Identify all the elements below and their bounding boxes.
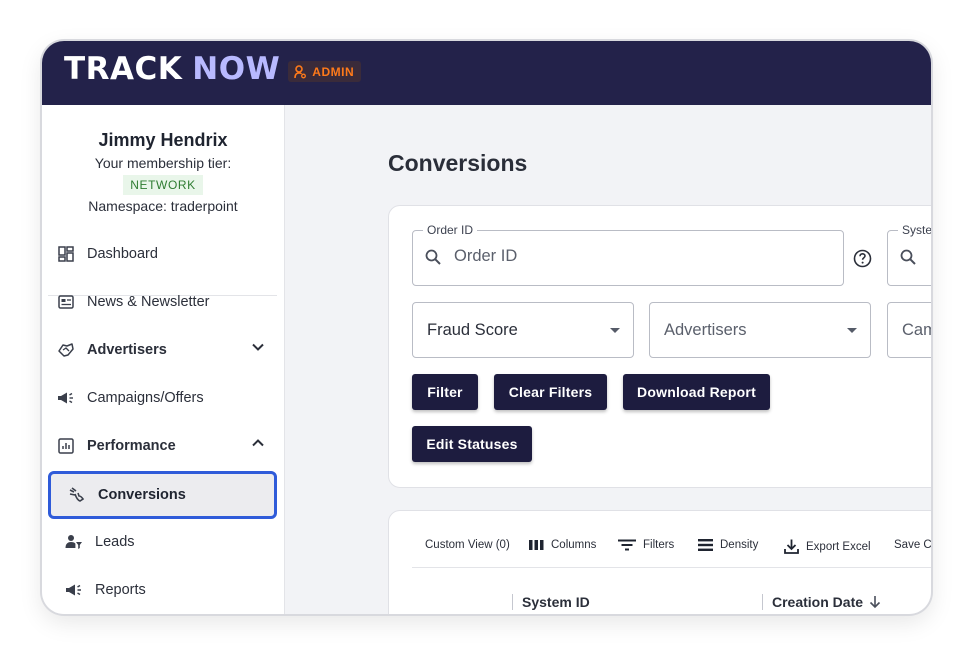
download-icon bbox=[784, 539, 799, 554]
sidebar-item-label: Dashboard bbox=[87, 246, 158, 262]
admin-user-icon bbox=[294, 64, 307, 78]
clear-filters-button[interactable]: Clear Filters bbox=[494, 374, 607, 410]
chevron-down-icon[interactable] bbox=[251, 340, 265, 358]
top-bar: TRACK NOW ADMIN bbox=[42, 41, 931, 105]
sort-arrow-down-icon[interactable] bbox=[869, 595, 881, 609]
column-header-label: Creation Date bbox=[772, 594, 864, 610]
megaphone-icon bbox=[55, 387, 77, 409]
user-profile: Jimmy Hendrix Your membership tier: NETW… bbox=[42, 105, 284, 214]
fraud-score-select[interactable]: Fraud Score bbox=[412, 302, 634, 358]
system-id-field[interactable]: Syste bbox=[887, 223, 931, 286]
admin-badge-label: ADMIN bbox=[312, 64, 355, 79]
main-content: Conversions Order ID Syste Fraud Score bbox=[286, 105, 931, 614]
sidebar: Jimmy Hendrix Your membership tier: NETW… bbox=[42, 105, 285, 614]
data-grid: Custom View (0) Columns Filters Density … bbox=[388, 510, 931, 614]
sidebar-item-conversions[interactable]: Conversions bbox=[48, 471, 277, 519]
column-header-system-id[interactable]: System ID bbox=[522, 594, 590, 610]
columns-icon bbox=[529, 540, 544, 550]
advertisers-select[interactable]: Advertisers bbox=[649, 302, 871, 358]
density-button[interactable]: Density bbox=[698, 539, 758, 551]
user-name: Jimmy Hendrix bbox=[98, 130, 228, 150]
filter-button[interactable]: Filter bbox=[412, 374, 478, 410]
newspaper-icon bbox=[55, 291, 77, 313]
user-filter-icon bbox=[63, 531, 85, 553]
sidebar-item-reports[interactable]: Reports bbox=[48, 568, 277, 612]
sidebar-item-label: Conversions bbox=[98, 487, 186, 503]
order-id-field[interactable]: Order ID bbox=[412, 223, 844, 286]
logo-track-text: TRACK bbox=[64, 51, 183, 87]
sidebar-item-label: Campaigns/Offers bbox=[87, 390, 204, 406]
sidebar-item-campaigns[interactable]: Campaigns/Offers bbox=[48, 376, 277, 420]
brand-logo[interactable]: TRACK NOW ADMIN bbox=[64, 51, 362, 87]
column-separator[interactable] bbox=[762, 594, 763, 610]
sidebar-item-performance[interactable]: Performance bbox=[48, 424, 277, 468]
campaign-select[interactable]: Cam bbox=[887, 302, 931, 358]
caret-down-icon bbox=[610, 328, 620, 333]
chevron-up-icon[interactable] bbox=[251, 436, 265, 454]
sidebar-item-news[interactable]: News & Newsletter bbox=[48, 280, 277, 324]
custom-view-button[interactable]: Custom View (0) bbox=[425, 539, 510, 551]
logo-now-text: NOW bbox=[192, 51, 281, 87]
conversions-icon bbox=[66, 484, 88, 506]
namespace-label: Namespace: traderpoint bbox=[88, 198, 238, 214]
sidebar-item-leads[interactable]: Leads bbox=[48, 520, 277, 564]
filters-label: Filters bbox=[643, 539, 675, 551]
toolbar-divider bbox=[412, 567, 931, 568]
page-title: Conversions bbox=[388, 150, 528, 176]
custom-view-label: Custom View (0) bbox=[425, 539, 510, 551]
sidebar-item-label: News & Newsletter bbox=[87, 294, 210, 310]
filter-panel: Order ID Syste Fraud Score Adve bbox=[388, 205, 931, 488]
density-icon bbox=[698, 539, 713, 551]
sidebar-item-label: Leads bbox=[95, 534, 135, 550]
membership-tier-badge: NETWORK bbox=[123, 175, 203, 195]
sidebar-item-dashboard[interactable]: Dashboard bbox=[48, 232, 277, 276]
columns-button[interactable]: Columns bbox=[529, 539, 596, 551]
column-header-label: System ID bbox=[522, 594, 590, 610]
column-header-creation-date[interactable]: Creation Date bbox=[772, 594, 881, 610]
advertisers-value: Advertisers bbox=[664, 321, 747, 339]
save-view-button[interactable]: Save C bbox=[894, 539, 931, 551]
sidebar-item-label: Advertisers bbox=[87, 342, 167, 358]
admin-badge: ADMIN bbox=[288, 61, 362, 82]
order-id-label: Order ID bbox=[423, 223, 478, 237]
density-label: Density bbox=[720, 539, 759, 551]
column-separator[interactable] bbox=[512, 594, 513, 610]
system-id-label: Syste bbox=[898, 223, 931, 237]
handshake-icon bbox=[55, 339, 77, 361]
sidebar-item-label: Performance bbox=[87, 438, 176, 454]
sidebar-item-advertisers[interactable]: Advertisers bbox=[48, 328, 277, 372]
edit-statuses-button[interactable]: Edit Statuses bbox=[412, 426, 532, 462]
search-icon bbox=[900, 249, 917, 271]
order-id-input[interactable] bbox=[454, 247, 754, 266]
export-excel-label: Export Excel bbox=[806, 540, 871, 553]
app-window: TRACK NOW ADMIN Jimmy Hendrix Your membe… bbox=[42, 41, 931, 614]
export-excel-button[interactable]: Export Excel bbox=[784, 539, 871, 554]
bar-chart-icon bbox=[55, 435, 77, 457]
megaphone-icon bbox=[63, 579, 85, 601]
search-icon bbox=[425, 249, 442, 271]
fraud-score-value: Fraud Score bbox=[427, 321, 518, 339]
caret-down-icon bbox=[847, 328, 857, 333]
sidebar-item-label: Reports bbox=[95, 582, 146, 598]
help-icon[interactable] bbox=[853, 249, 872, 273]
download-report-button[interactable]: Download Report bbox=[623, 374, 770, 410]
dashboard-icon bbox=[55, 243, 77, 265]
filter-lines-icon bbox=[618, 539, 636, 551]
campaign-value: Cam bbox=[902, 321, 931, 339]
columns-label: Columns bbox=[551, 539, 597, 551]
save-view-label: Save C bbox=[894, 539, 931, 551]
filters-button[interactable]: Filters bbox=[618, 539, 674, 551]
membership-tier-label: Your membership tier: bbox=[94, 155, 232, 171]
